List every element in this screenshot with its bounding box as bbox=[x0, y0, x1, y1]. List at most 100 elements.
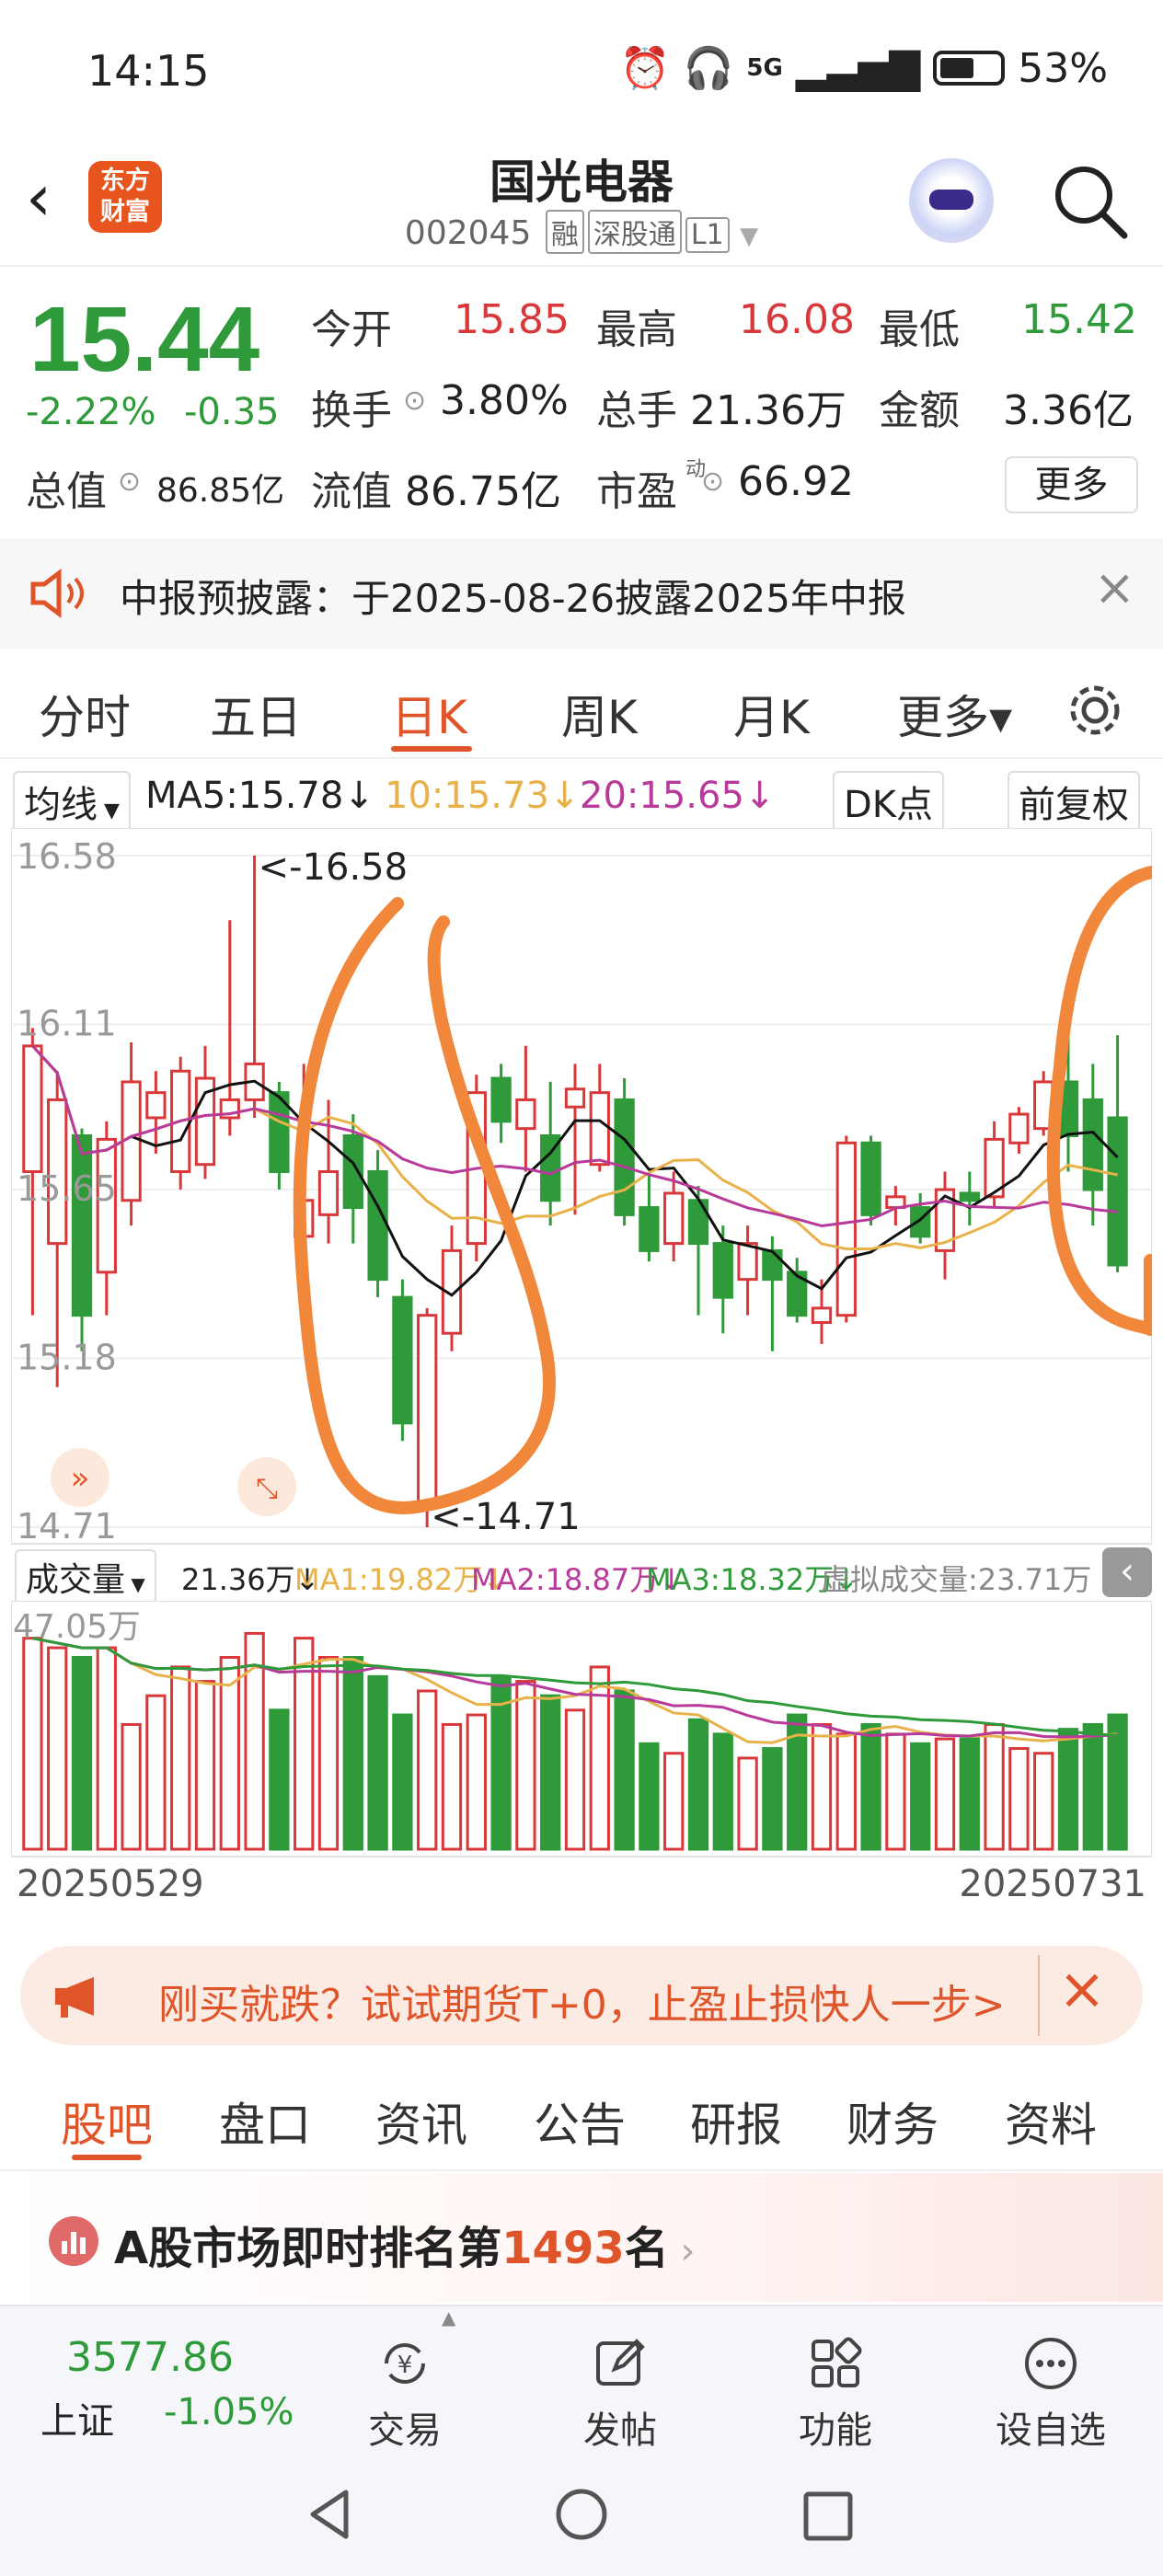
tab-pankou[interactable]: 盘口 bbox=[219, 2088, 311, 2155]
candle[interactable] bbox=[614, 1078, 635, 1226]
volume-bar bbox=[145, 1694, 167, 1851]
candle-body bbox=[663, 1191, 685, 1246]
tab-announcements[interactable]: 公告 bbox=[534, 2088, 626, 2155]
candle[interactable] bbox=[860, 1135, 881, 1226]
status-icons: ⏰ 🎧 5G ▂▃▅▇ 53% bbox=[620, 44, 1108, 93]
volume-chart[interactable]: 47.05万 bbox=[11, 1601, 1152, 1858]
svg-text:¥: ¥ bbox=[397, 2352, 413, 2379]
tab-research[interactable]: 研报 bbox=[690, 2088, 782, 2155]
battery-percent: 53% bbox=[1018, 44, 1108, 92]
candle[interactable] bbox=[367, 1150, 388, 1298]
y-tick-label: 16.11 bbox=[17, 1003, 117, 1043]
volume-bar bbox=[466, 1713, 487, 1851]
nav-trade[interactable]: ¥ 交易 bbox=[313, 2334, 497, 2454]
volume-max-label: 47.05万 bbox=[13, 1608, 141, 1646]
volume-bar bbox=[47, 1646, 68, 1851]
stock-code: 002045 bbox=[404, 214, 532, 252]
info-icon[interactable]: ⊙ bbox=[701, 466, 724, 498]
tab-minute[interactable]: 分时 bbox=[39, 681, 131, 747]
change-percent: -2.22% bbox=[26, 391, 156, 433]
volume-select[interactable]: 成交量 ▼ bbox=[15, 1549, 156, 1604]
settings-gear-icon[interactable] bbox=[1065, 681, 1124, 740]
candle-body bbox=[811, 1306, 833, 1324]
fast-forward-icon[interactable]: » bbox=[51, 1448, 109, 1507]
ad-divider bbox=[1038, 1955, 1040, 2036]
candle-body bbox=[860, 1141, 881, 1216]
recents-square-icon[interactable] bbox=[800, 2489, 856, 2544]
candle[interactable] bbox=[417, 1307, 438, 1527]
candle-body bbox=[589, 1091, 610, 1167]
ma10-value: 10:15.73↓ bbox=[385, 775, 581, 817]
status-time: 14:15 bbox=[87, 46, 210, 96]
collapse-arrow-icon[interactable]: ‹ bbox=[1102, 1547, 1152, 1597]
tab-guba[interactable]: 股吧 bbox=[61, 2088, 153, 2155]
nav-add-watchlist[interactable]: 设自选 bbox=[959, 2334, 1143, 2454]
tab-more[interactable]: 更多▾ bbox=[897, 681, 1012, 747]
tab-weekly-k[interactable]: 周K bbox=[561, 681, 638, 747]
nav-post[interactable]: 发帖 bbox=[528, 2334, 712, 2454]
volume-bar bbox=[269, 1708, 290, 1851]
tab-five-day[interactable]: 五日 bbox=[210, 681, 302, 747]
volume-bar bbox=[934, 1737, 956, 1851]
index-name: 上证 bbox=[40, 2400, 114, 2443]
notice-bar[interactable]: 中报预披露：于2025-08-26披露2025年中报 × bbox=[0, 538, 1163, 649]
futures-ad-banner[interactable]: 刚买就跌？试试期货T+0，止盈止损快人一步> × bbox=[20, 1946, 1143, 2045]
tab-monthly-k[interactable]: 月K bbox=[733, 681, 810, 747]
price-adjust-button[interactable]: 前复权 bbox=[1008, 771, 1140, 832]
search-icon[interactable] bbox=[1049, 160, 1132, 243]
turnover-label: 换手 bbox=[311, 387, 392, 434]
close-icon[interactable]: × bbox=[1094, 558, 1135, 616]
nav-functions[interactable]: 功能 bbox=[743, 2334, 927, 2454]
status-bar: 14:15 ⏰ 🎧 5G ▂▃▅▇ 53% bbox=[0, 0, 1163, 138]
volume-bar bbox=[1082, 1722, 1103, 1851]
back-triangle-icon[interactable] bbox=[304, 2487, 359, 2542]
tag-margin: 融 bbox=[545, 210, 584, 254]
volume-bar bbox=[367, 1674, 388, 1851]
mktcap-label: 总值 bbox=[26, 468, 107, 515]
candle-body bbox=[959, 1191, 980, 1202]
grid-icon bbox=[812, 2337, 862, 2387]
volume-bar bbox=[959, 1737, 980, 1851]
dropdown-icon: ▼ bbox=[98, 799, 120, 822]
market-rank-row[interactable]: A股市场即时排名第1493名 › bbox=[0, 2173, 1163, 2302]
end-date: 20250731 bbox=[959, 1863, 1146, 1905]
volume-bar bbox=[687, 1718, 709, 1851]
volume-bar bbox=[984, 1722, 1005, 1851]
system-nav bbox=[0, 2452, 1163, 2576]
ad-close-icon[interactable]: × bbox=[1058, 1955, 1106, 2022]
ma-select[interactable]: 均线 ▼ bbox=[13, 771, 131, 832]
kline-chart[interactable]: 16.5816.1115.6515.1814.71<-16.58<-14.71 … bbox=[11, 828, 1152, 1546]
volume-bar bbox=[860, 1722, 881, 1851]
amount-value: 3.36亿 bbox=[1003, 387, 1134, 434]
volume-bar bbox=[441, 1722, 463, 1851]
info-icon[interactable]: ⊙ bbox=[118, 466, 141, 498]
volume-bar bbox=[811, 1722, 833, 1851]
info-icon[interactable]: ⊙ bbox=[403, 385, 426, 417]
notice-text: 中报预披露：于2025-08-26披露2025年中报 bbox=[120, 576, 906, 621]
more-button[interactable]: 更多 bbox=[1005, 456, 1138, 513]
period-tabs: 分时 五日 日K 周K 月K 更多▾ bbox=[0, 658, 1163, 759]
float-value: 86.75亿 bbox=[405, 468, 561, 515]
turnover-value: 3.80% bbox=[440, 377, 569, 424]
active-subtab-indicator bbox=[72, 2155, 142, 2160]
candle-body bbox=[1008, 1112, 1030, 1144]
expand-icon[interactable]: ⤡ bbox=[237, 1457, 296, 1516]
network-label: 5G bbox=[746, 54, 783, 82]
tab-profile[interactable]: 资料 bbox=[1005, 2088, 1097, 2155]
up-arrow-icon: ▲ bbox=[442, 2306, 456, 2329]
tab-news[interactable]: 资讯 bbox=[375, 2088, 467, 2155]
tab-daily-k[interactable]: 日K bbox=[391, 681, 467, 747]
candle-body bbox=[417, 1314, 438, 1504]
volume-bar bbox=[71, 1655, 93, 1851]
robot-avatar-icon[interactable] bbox=[909, 158, 994, 243]
volume-bar bbox=[614, 1689, 635, 1851]
dk-point-button[interactable]: DK点 bbox=[833, 771, 945, 832]
candle[interactable] bbox=[835, 1135, 857, 1323]
amount-label: 金额 bbox=[879, 387, 960, 434]
home-circle-icon[interactable] bbox=[554, 2487, 609, 2542]
svg-text:⤡: ⤡ bbox=[256, 1473, 278, 1505]
candle-body bbox=[392, 1295, 413, 1425]
candle[interactable] bbox=[392, 1279, 413, 1442]
index-value[interactable]: 3577.86 bbox=[66, 2334, 234, 2381]
tab-finance[interactable]: 财务 bbox=[846, 2088, 938, 2155]
